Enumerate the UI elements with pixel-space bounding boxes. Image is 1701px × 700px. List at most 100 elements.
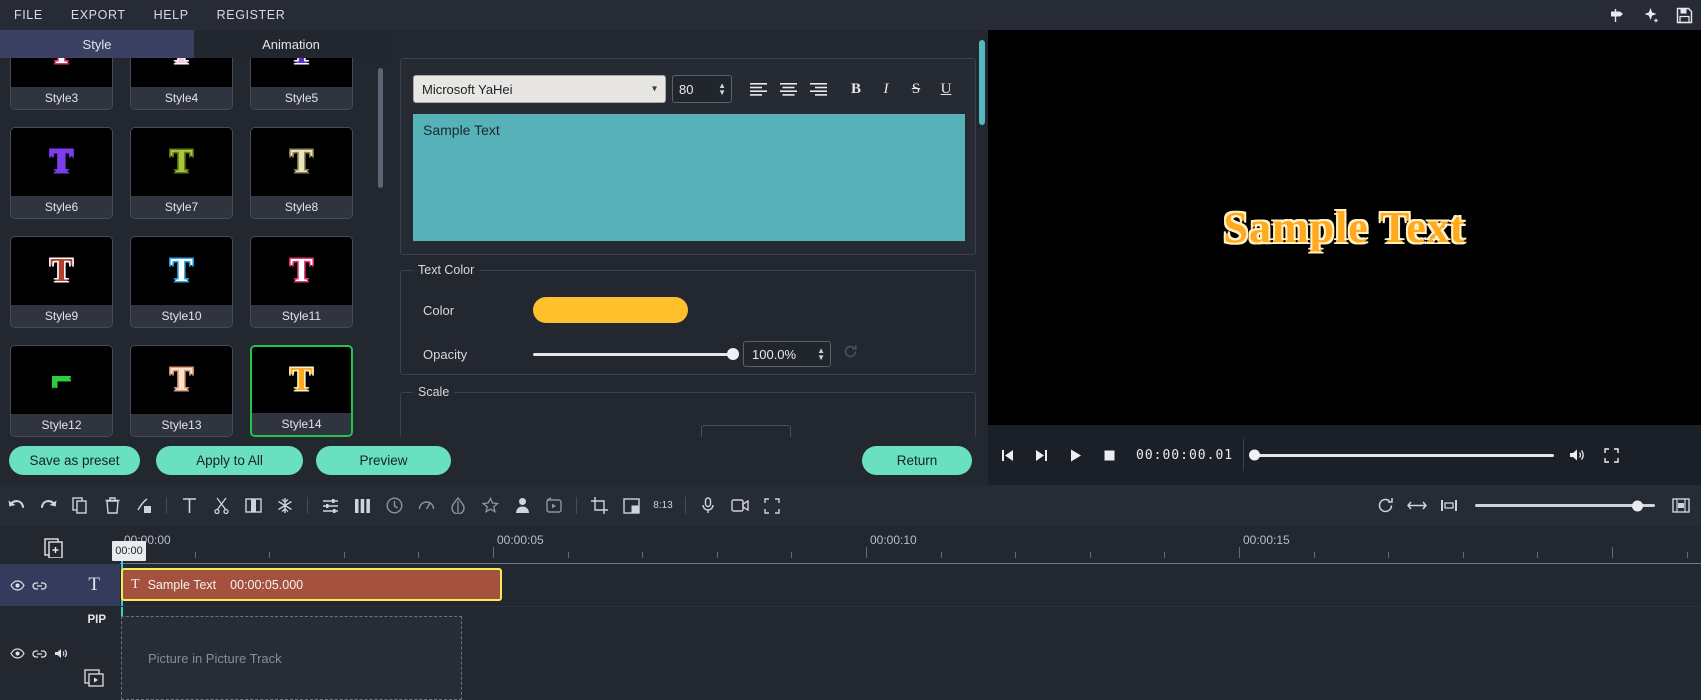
opacity-value: 100.0% <box>752 346 797 362</box>
seek-knob[interactable] <box>1249 449 1261 461</box>
sparkle-icon[interactable] <box>1633 0 1667 30</box>
font-family-select[interactable]: Microsoft YaHei ▾ <box>413 75 666 103</box>
menu-export[interactable]: EXPORT <box>57 0 140 30</box>
style-preset-style13[interactable]: T Style13 <box>130 345 233 437</box>
save-as-preset-button[interactable]: Save as preset <box>9 446 140 475</box>
align-right-icon[interactable] <box>806 76 830 102</box>
strikethrough-icon[interactable]: S <box>904 76 928 102</box>
timeline-zoom-knob[interactable] <box>1632 500 1643 511</box>
style-preset-style5[interactable]: T Style5 <box>250 58 353 110</box>
style-preset-style6[interactable]: T Style6 <box>10 127 113 219</box>
microphone-icon[interactable] <box>692 485 724 526</box>
media-icon[interactable] <box>538 485 570 526</box>
skip-forward-icon[interactable] <box>1026 440 1056 470</box>
pip-track-placeholder[interactable]: Picture in Picture Track <box>121 616 462 700</box>
aspect-ratio-icon[interactable]: 8:13 <box>647 485 679 526</box>
clock-icon[interactable] <box>378 485 410 526</box>
timeline-ruler[interactable]: 00:00:00 00:00:05 00:00:10 00:00:15 <box>120 526 1701 564</box>
redo-icon[interactable] <box>32 485 64 526</box>
style-preset-style4[interactable]: T Style4 <box>130 58 233 110</box>
fit-width-icon[interactable] <box>1401 485 1433 526</box>
style-preset-style11[interactable]: T Style11 <box>250 236 353 328</box>
style-preset-style7[interactable]: T Style7 <box>130 127 233 219</box>
link-icon[interactable] <box>32 579 47 592</box>
menu-help[interactable]: HELP <box>140 0 203 30</box>
undo-icon[interactable] <box>0 485 32 526</box>
save-icon[interactable] <box>1667 0 1701 30</box>
scissors-icon[interactable] <box>205 485 237 526</box>
render-icon[interactable] <box>1665 485 1697 526</box>
style-preset-style3[interactable]: T Style3 <box>10 58 113 110</box>
style-preset-style10[interactable]: T Style10 <box>130 236 233 328</box>
expand-icon[interactable] <box>756 485 788 526</box>
underline-icon[interactable]: U <box>934 76 958 102</box>
style-preset-label: Style9 <box>11 305 112 327</box>
timeline-zoom-slider[interactable] <box>1475 500 1655 511</box>
marker-icon[interactable] <box>1433 485 1465 526</box>
italic-icon[interactable]: I <box>874 76 898 102</box>
menu-register[interactable]: REGISTER <box>203 0 300 30</box>
apply-to-all-button[interactable]: Apply to All <box>156 446 303 475</box>
style-preset-glyph: T <box>290 58 313 70</box>
equalizer-icon[interactable] <box>346 485 378 526</box>
reset-opacity-icon[interactable] <box>843 344 858 364</box>
opacity-slider[interactable] <box>533 348 739 360</box>
return-button[interactable]: Return <box>862 446 972 475</box>
text-clip[interactable]: T Sample Text 00:00:05.000 <box>121 568 502 601</box>
align-left-icon[interactable] <box>746 76 770 102</box>
skip-back-icon[interactable] <box>992 440 1022 470</box>
style-panel-scrollbar[interactable] <box>378 68 383 188</box>
eye-icon[interactable] <box>10 647 25 659</box>
stop-icon[interactable] <box>1094 440 1124 470</box>
fullscreen-icon[interactable] <box>1596 440 1626 470</box>
bold-icon[interactable]: B <box>844 76 868 102</box>
align-center-icon[interactable] <box>776 76 800 102</box>
font-size-input[interactable]: 80 ▲ ▼ <box>672 75 732 103</box>
opacity-spinner-icon[interactable]: ▲ ▼ <box>817 347 825 362</box>
player-timecode[interactable]: 00:00:00.01 <box>1136 448 1233 463</box>
color-drop-icon[interactable] <box>442 485 474 526</box>
person-icon[interactable] <box>506 485 538 526</box>
preview-canvas[interactable]: Sample Text <box>988 30 1701 425</box>
crop-frames-icon[interactable] <box>237 485 269 526</box>
picture-in-picture-icon[interactable] <box>615 485 647 526</box>
opacity-slider-knob[interactable] <box>727 348 739 360</box>
delete-icon[interactable] <box>96 485 128 526</box>
record-screen-icon[interactable] <box>724 485 756 526</box>
text-icon[interactable] <box>173 485 205 526</box>
scale-input-stub[interactable] <box>701 425 791 437</box>
seek-bar[interactable] <box>1249 449 1555 461</box>
refresh-icon[interactable] <box>1369 485 1401 526</box>
pip-type-icon[interactable] <box>84 669 104 692</box>
speed-icon[interactable] <box>410 485 442 526</box>
pip-track-body[interactable]: Picture in Picture Track <box>120 606 1701 700</box>
style-preset-style8[interactable]: T Style8 <box>250 127 353 219</box>
speaker-icon[interactable] <box>54 647 69 660</box>
copy-icon[interactable] <box>64 485 96 526</box>
volume-icon[interactable] <box>1562 440 1592 470</box>
opacity-input[interactable]: 100.0% ▲ ▼ <box>743 341 831 367</box>
split-clip-icon[interactable] <box>128 485 160 526</box>
eye-icon[interactable] <box>10 579 25 591</box>
preview-button[interactable]: Preview <box>316 446 451 475</box>
spinner-arrows-icon[interactable]: ▲ ▼ <box>718 82 726 97</box>
style-preset-style12[interactable]: ⌐ Style12 <box>10 345 113 437</box>
text-track-body[interactable]: T Sample Text 00:00:05.000 <box>120 564 1701 606</box>
tab-style[interactable]: Style <box>0 30 194 58</box>
style-preset-style9[interactable]: T Style9 <box>10 236 113 328</box>
add-track-icon[interactable] <box>44 538 64 563</box>
tab-animation[interactable]: Animation <box>194 30 388 58</box>
audio-mixer-icon[interactable] <box>314 485 346 526</box>
text-color-swatch[interactable] <box>533 297 688 323</box>
signpost-icon[interactable] <box>1599 0 1633 30</box>
property-panel-scrollbar[interactable] <box>979 40 985 125</box>
text-content-input[interactable]: Sample Text <box>413 114 965 241</box>
crop-icon[interactable] <box>583 485 615 526</box>
play-icon[interactable] <box>1060 440 1090 470</box>
star-icon[interactable] <box>474 485 506 526</box>
snowflake-icon[interactable] <box>269 485 301 526</box>
playhead-marker[interactable]: 00:00 <box>112 541 146 561</box>
menu-file[interactable]: FILE <box>0 0 57 30</box>
style-preset-style14[interactable]: T Style14 <box>250 345 353 437</box>
link-icon[interactable] <box>32 647 47 660</box>
